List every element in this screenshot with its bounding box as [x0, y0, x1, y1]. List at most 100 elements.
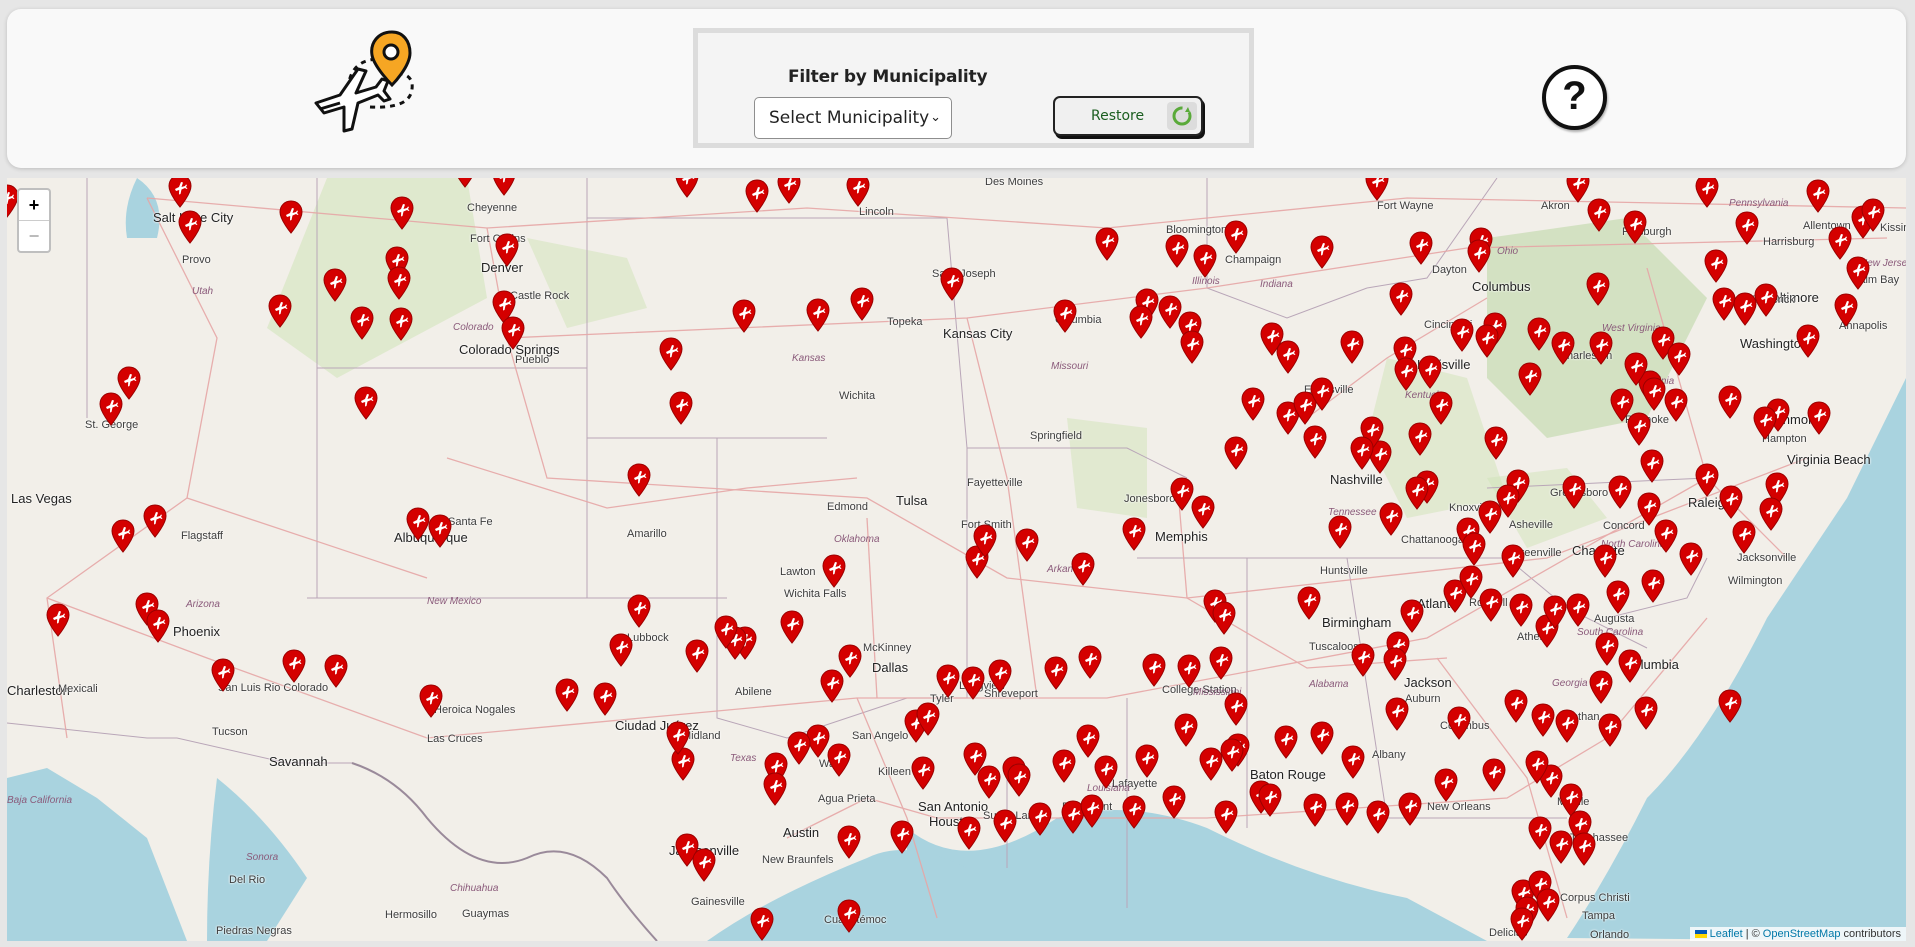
- airport-marker[interactable]: [278, 200, 304, 234]
- airport-marker[interactable]: [1588, 331, 1614, 365]
- airport-marker[interactable]: [452, 178, 478, 188]
- airport-marker[interactable]: [1663, 388, 1689, 422]
- airport-marker[interactable]: [281, 649, 307, 683]
- airport-marker[interactable]: [210, 658, 236, 692]
- airport-marker[interactable]: [665, 721, 691, 755]
- airport-marker[interactable]: [1257, 783, 1283, 817]
- airport-marker[interactable]: [749, 907, 775, 941]
- airport-marker[interactable]: [1571, 832, 1597, 866]
- airport-marker[interactable]: [1845, 256, 1871, 290]
- airport-marker[interactable]: [1223, 436, 1249, 470]
- map-view[interactable]: Salt Lake CityProvoCheyenneFort CollinsD…: [7, 178, 1906, 941]
- airport-marker[interactable]: [1211, 601, 1237, 635]
- airport-marker[interactable]: [1554, 709, 1580, 743]
- airport-marker[interactable]: [731, 299, 757, 333]
- airport-marker[interactable]: [1334, 792, 1360, 826]
- airport-marker[interactable]: [910, 756, 936, 790]
- airport-marker[interactable]: [1860, 198, 1886, 232]
- airport-marker[interactable]: [98, 392, 124, 426]
- airport-marker[interactable]: [1382, 647, 1408, 681]
- airport-marker[interactable]: [1296, 586, 1322, 620]
- airport-marker[interactable]: [956, 816, 982, 850]
- airport-marker[interactable]: [744, 179, 770, 213]
- airport-marker[interactable]: [1466, 239, 1492, 273]
- airport-marker[interactable]: [142, 504, 168, 538]
- airport-marker[interactable]: [915, 702, 941, 736]
- airport-marker[interactable]: [1524, 750, 1550, 784]
- airport-marker[interactable]: [1753, 283, 1779, 317]
- airport-marker[interactable]: [626, 463, 652, 497]
- airport-marker[interactable]: [713, 615, 739, 649]
- airport-marker[interactable]: [1561, 475, 1587, 509]
- leaflet-link[interactable]: Leaflet: [1710, 928, 1743, 940]
- airport-marker[interactable]: [1417, 355, 1443, 389]
- airport-marker[interactable]: [1827, 226, 1853, 260]
- airport-marker[interactable]: [1309, 235, 1335, 269]
- airport-marker[interactable]: [1176, 654, 1202, 688]
- airport-marker[interactable]: [1481, 758, 1507, 792]
- airport-marker[interactable]: [1565, 593, 1591, 627]
- airport-marker[interactable]: [845, 178, 871, 207]
- airport-marker[interactable]: [1273, 725, 1299, 759]
- airport-marker[interactable]: [1805, 179, 1831, 213]
- airport-marker[interactable]: [1027, 802, 1053, 836]
- airport-marker[interactable]: [1302, 793, 1328, 827]
- airport-marker[interactable]: [1051, 749, 1077, 783]
- airport-marker[interactable]: [1208, 646, 1234, 680]
- airport-marker[interactable]: [45, 603, 71, 637]
- airport-marker[interactable]: [1339, 330, 1365, 364]
- airport-marker[interactable]: [1517, 362, 1543, 396]
- airport-marker[interactable]: [1077, 645, 1103, 679]
- airport-marker[interactable]: [1223, 220, 1249, 254]
- airport-marker[interactable]: [1694, 463, 1720, 497]
- airport-marker[interactable]: [1070, 552, 1096, 586]
- airport-marker[interactable]: [1079, 794, 1105, 828]
- airport-marker[interactable]: [608, 633, 634, 667]
- airport-marker[interactable]: [1213, 800, 1239, 834]
- airport-marker[interactable]: [1043, 656, 1069, 690]
- airport-marker[interactable]: [1500, 544, 1526, 578]
- airport-marker[interactable]: [849, 287, 875, 321]
- airport-marker[interactable]: [177, 210, 203, 244]
- airport-marker[interactable]: [1458, 565, 1484, 599]
- osm-link[interactable]: OpenStreetMap: [1763, 928, 1841, 940]
- zoom-in-button[interactable]: +: [19, 190, 49, 220]
- airport-marker[interactable]: [1190, 495, 1216, 529]
- airport-marker[interactable]: [389, 196, 415, 230]
- airport-marker[interactable]: [1717, 385, 1743, 419]
- airport-marker[interactable]: [1623, 352, 1649, 386]
- airport-marker[interactable]: [1302, 425, 1328, 459]
- airport-marker[interactable]: [668, 391, 694, 425]
- airport-marker[interactable]: [836, 899, 862, 933]
- airport-marker[interactable]: [1703, 249, 1729, 283]
- airport-marker[interactable]: [1275, 340, 1301, 374]
- airport-marker[interactable]: [1052, 299, 1078, 333]
- airport-marker[interactable]: [1605, 580, 1631, 614]
- airport-marker[interactable]: [353, 386, 379, 420]
- airport-marker[interactable]: [1633, 696, 1659, 730]
- airport-marker[interactable]: [1530, 703, 1556, 737]
- airport-marker[interactable]: [1179, 330, 1205, 364]
- airport-marker[interactable]: [1509, 907, 1535, 941]
- airport-marker[interactable]: [1508, 593, 1534, 627]
- airport-marker[interactable]: [1449, 318, 1475, 352]
- airport-marker[interactable]: [889, 820, 915, 854]
- airport-marker[interactable]: [962, 742, 988, 776]
- airport-marker[interactable]: [494, 233, 520, 267]
- airport-marker[interactable]: [776, 178, 802, 204]
- airport-marker[interactable]: [1622, 210, 1648, 244]
- airport-marker[interactable]: [491, 178, 517, 196]
- municipality-select[interactable]: Select Municipality ⌄: [754, 97, 952, 139]
- airport-marker[interactable]: [1121, 517, 1147, 551]
- airport-marker[interactable]: [1734, 211, 1760, 245]
- airport-marker[interactable]: [1240, 387, 1266, 421]
- airport-marker[interactable]: [1461, 532, 1487, 566]
- airport-marker[interactable]: [386, 266, 412, 300]
- zoom-out-button[interactable]: −: [19, 220, 49, 251]
- airport-marker[interactable]: [691, 848, 717, 882]
- airport-marker[interactable]: [992, 809, 1018, 843]
- airport-marker[interactable]: [322, 268, 348, 302]
- airport-marker[interactable]: [1223, 692, 1249, 726]
- airport-marker[interactable]: [1407, 422, 1433, 456]
- airport-marker[interactable]: [1795, 324, 1821, 358]
